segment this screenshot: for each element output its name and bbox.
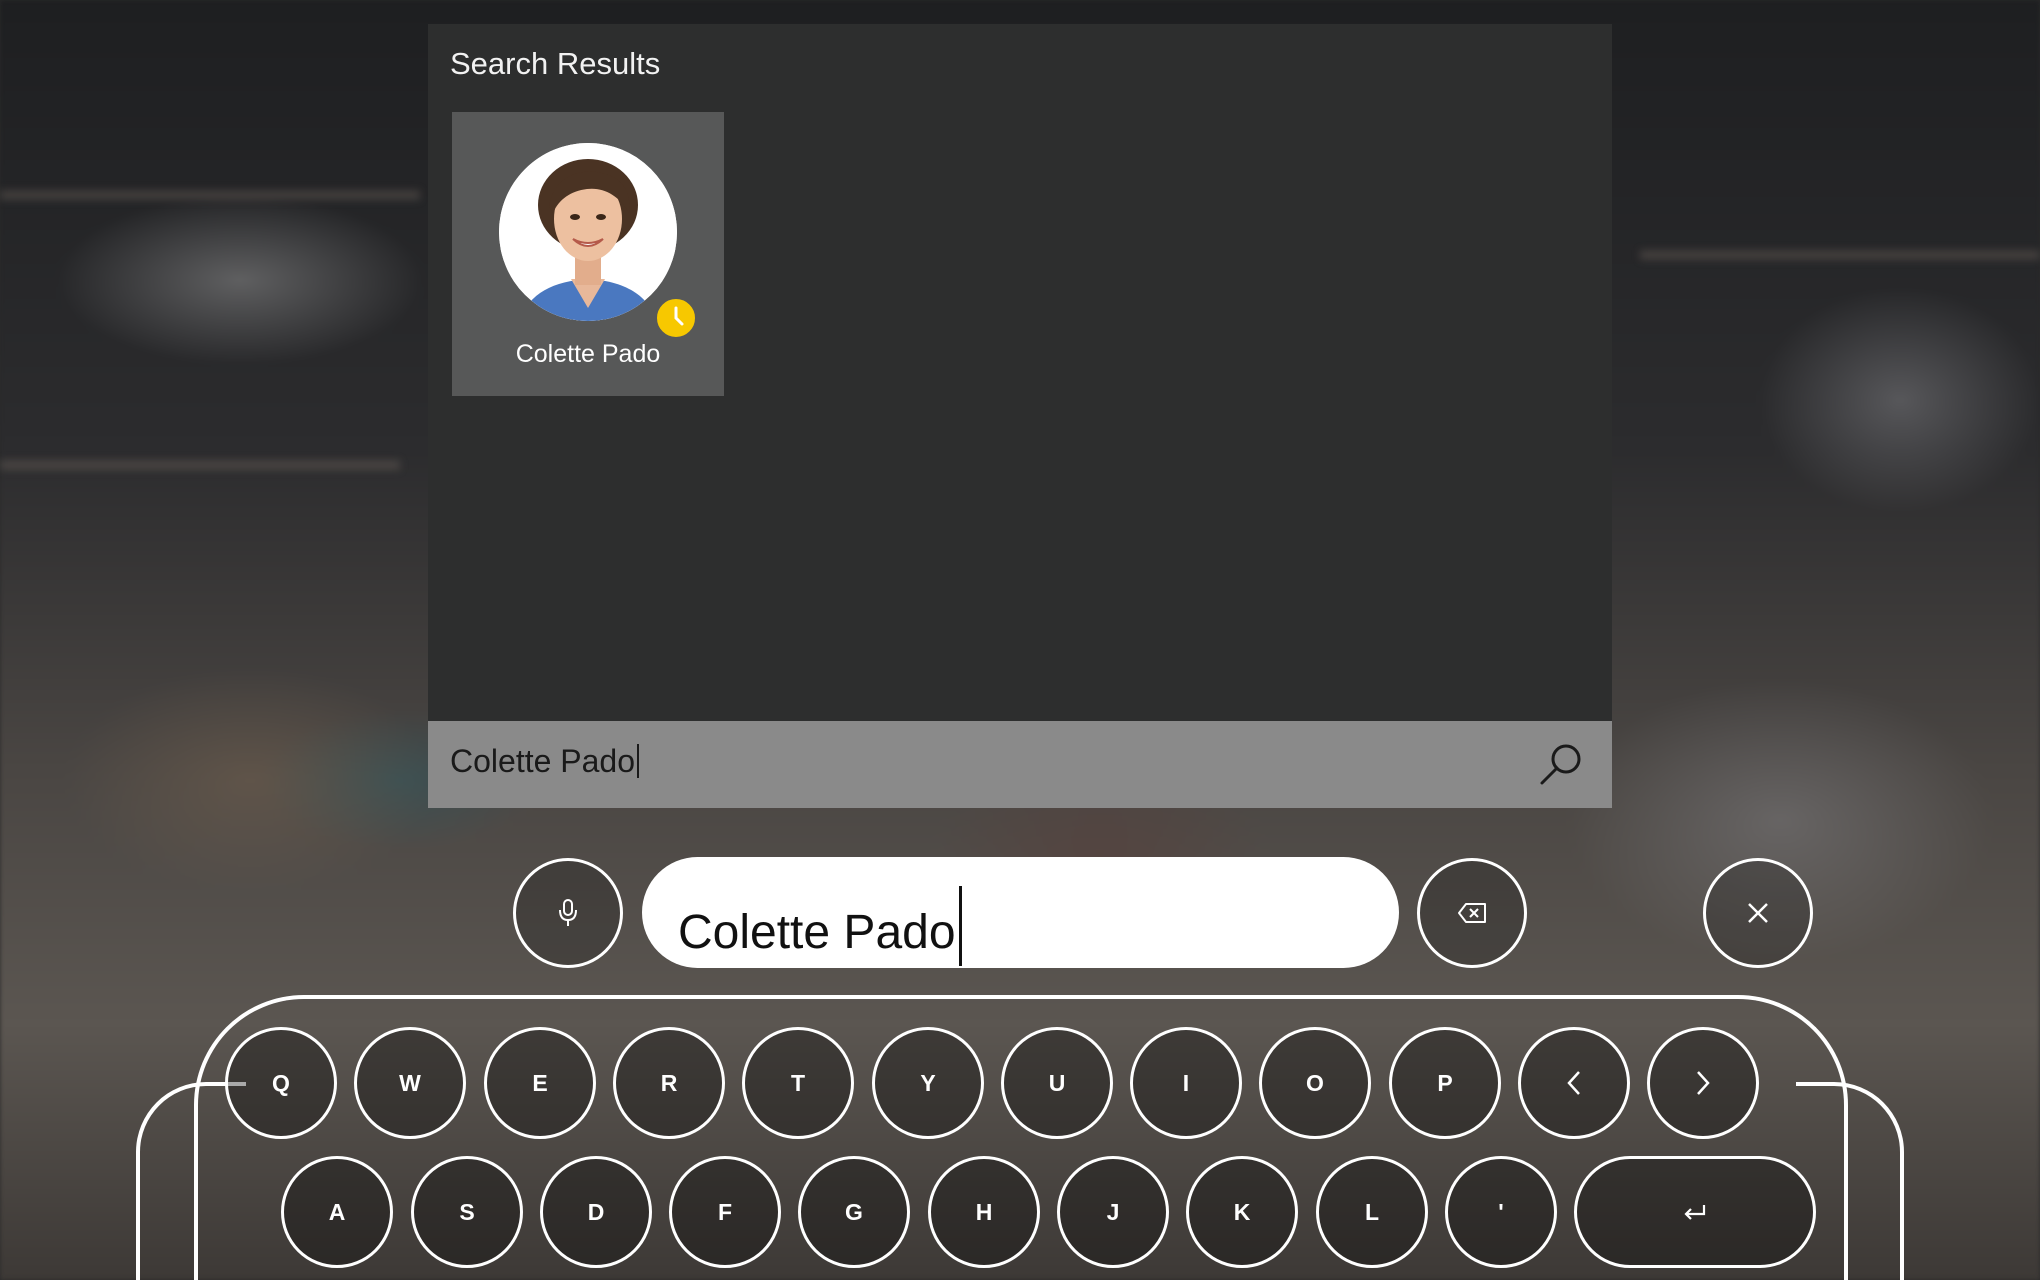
key-h[interactable]: H <box>928 1156 1040 1268</box>
key-i[interactable]: I <box>1130 1027 1242 1139</box>
key-s[interactable]: S <box>411 1156 523 1268</box>
key-t[interactable]: T <box>742 1027 854 1139</box>
chevron-right-icon <box>1694 1070 1712 1096</box>
close-keyboard-button[interactable] <box>1703 858 1813 968</box>
key-apostrophe[interactable]: ' <box>1445 1156 1557 1268</box>
key-j[interactable]: J <box>1057 1156 1169 1268</box>
avatar <box>499 143 677 321</box>
key-p[interactable]: P <box>1389 1027 1501 1139</box>
key-k[interactable]: K <box>1186 1156 1298 1268</box>
key-left[interactable] <box>1518 1027 1630 1139</box>
key-g[interactable]: G <box>798 1156 910 1268</box>
result-card-contact[interactable]: Colette Pado <box>452 112 724 396</box>
key-f[interactable]: F <box>669 1156 781 1268</box>
keyboard-input-value: Colette Pado <box>678 886 962 966</box>
result-name: Colette Pado <box>515 340 661 368</box>
search-input[interactable]: Colette Pado <box>450 743 639 780</box>
key-y[interactable]: Y <box>872 1027 984 1139</box>
background-beam <box>0 460 400 470</box>
key-r[interactable]: R <box>613 1027 725 1139</box>
search-icon[interactable] <box>1536 741 1584 789</box>
panel-title: Search Results <box>450 46 661 81</box>
clock-icon <box>654 296 698 340</box>
microphone-button[interactable] <box>513 858 623 968</box>
key-q[interactable]: Q <box>225 1027 337 1139</box>
background-beam <box>1640 250 2040 260</box>
enter-icon <box>1682 1203 1708 1221</box>
keyboard-text-input[interactable]: Colette Pado <box>642 857 1399 968</box>
key-l[interactable]: L <box>1316 1156 1428 1268</box>
chevron-left-icon <box>1565 1070 1583 1096</box>
key-o[interactable]: O <box>1259 1027 1371 1139</box>
key-enter[interactable] <box>1574 1156 1816 1268</box>
key-a[interactable]: A <box>281 1156 393 1268</box>
key-u[interactable]: U <box>1001 1027 1113 1139</box>
backspace-button[interactable] <box>1417 858 1527 968</box>
search-results-panel: Search Results Colette Pado <box>428 24 1612 721</box>
search-bar[interactable]: Colette Pado <box>428 721 1612 808</box>
key-d[interactable]: D <box>540 1156 652 1268</box>
key-e[interactable]: E <box>484 1027 596 1139</box>
key-right[interactable] <box>1647 1027 1759 1139</box>
background-beam <box>0 190 420 200</box>
key-w[interactable]: W <box>354 1027 466 1139</box>
